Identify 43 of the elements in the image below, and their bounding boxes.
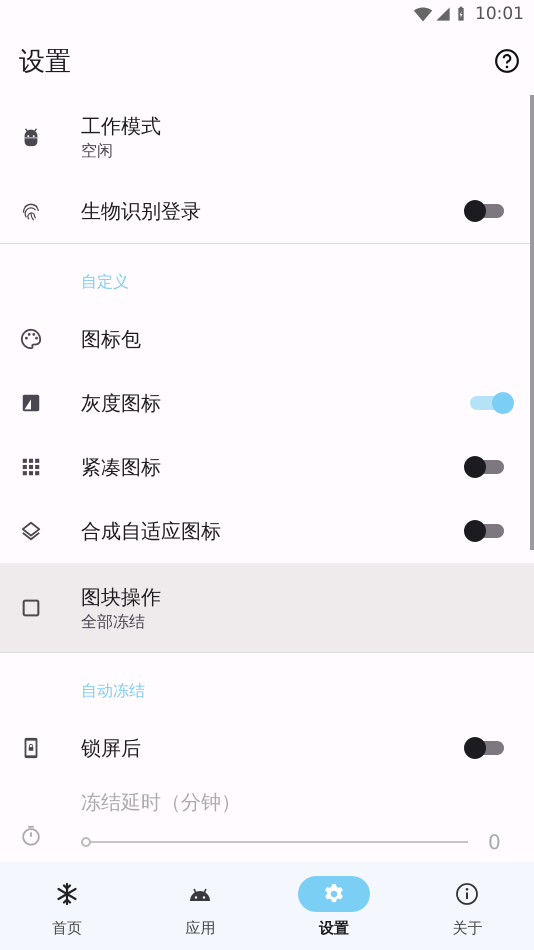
setting-title: 生物识别登录: [81, 198, 202, 226]
nav-tab[interactable]: 应用: [134, 862, 267, 950]
layers-icon: [20, 520, 42, 542]
section-header: 自定义: [80, 271, 130, 294]
section-header: 自动冻结: [80, 680, 146, 702]
settings-row[interactable]: 生物识别登录: [0, 179, 534, 244]
toggle-switch[interactable]: [464, 519, 504, 544]
nav-tab[interactable]: 设置: [267, 862, 400, 950]
setting-title: 图标包: [81, 326, 142, 354]
settings-row[interactable]: 灰度图标: [0, 371, 534, 436]
toggle-switch[interactable]: [470, 391, 514, 416]
slider-value: 0: [488, 830, 502, 854]
setting-summary: 空闲: [81, 140, 114, 162]
info-icon: [455, 882, 480, 906]
setting-title: 紧凑图标: [81, 454, 162, 482]
snowflake-icon: [54, 882, 79, 906]
signal-icon: [435, 6, 451, 22]
toggle-switch[interactable]: [464, 736, 504, 760]
setting-title: 冻结延时（分钟）: [81, 789, 242, 816]
settings-row[interactable]: 锁屏后: [0, 716, 534, 780]
help-icon[interactable]: [494, 48, 520, 74]
settings-row[interactable]: 合成自适应图标: [0, 499, 534, 564]
grid-icon: [20, 456, 42, 478]
clock-time: 10:01: [475, 4, 524, 24]
nav-tab[interactable]: 关于: [400, 862, 534, 950]
setting-title: 灰度图标: [81, 390, 162, 418]
toggle-switch[interactable]: [464, 455, 504, 480]
nav-tab[interactable]: 首页: [0, 862, 134, 950]
square-icon: [20, 596, 42, 619]
palette-icon: [20, 328, 42, 350]
setting-summary: 全部冻结: [81, 610, 146, 633]
setting-title: 锁屏后: [81, 735, 142, 762]
page-title: 设置: [19, 46, 71, 79]
timer-icon: [20, 825, 42, 848]
setting-title: 图块操作: [81, 584, 162, 611]
setting-title: 工作模式: [81, 113, 162, 140]
setting-title: 合成自适应图标: [81, 518, 222, 546]
settings-row[interactable]: 图标包: [0, 307, 534, 372]
contrast-icon: [20, 392, 42, 414]
toggle-switch[interactable]: [464, 199, 504, 224]
settings-row[interactable]: 图块操作 全部冻结: [0, 563, 534, 652]
settings-row[interactable]: 工作模式 空闲: [0, 95, 534, 180]
settings-row[interactable]: 紧凑图标: [0, 435, 534, 500]
